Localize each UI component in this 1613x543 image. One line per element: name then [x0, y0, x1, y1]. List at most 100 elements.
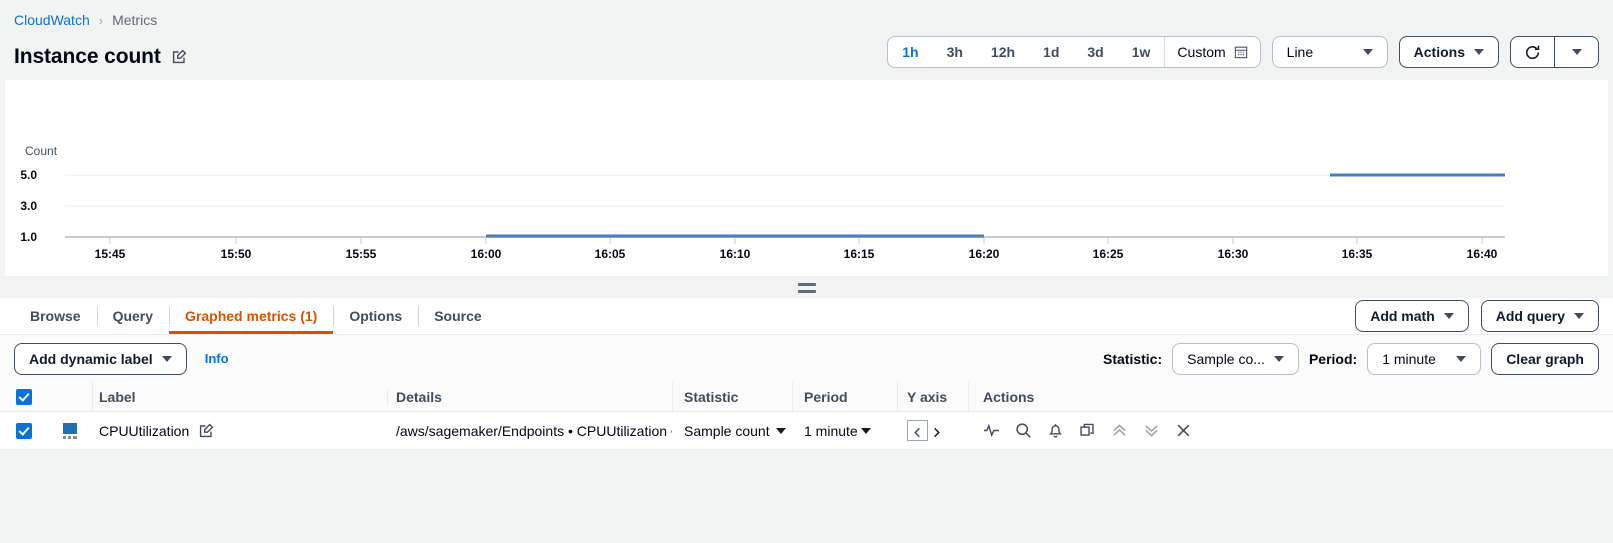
range-3h[interactable]: 3h [933, 37, 977, 67]
chevron-left-icon [912, 425, 923, 436]
alarm-bell-icon[interactable] [1047, 422, 1064, 439]
row-color-cell [48, 423, 92, 439]
range-custom[interactable]: Custom [1164, 37, 1259, 67]
duplicate-copy-icon[interactable] [1079, 422, 1096, 439]
statistic-select[interactable]: Sample co... [1172, 343, 1299, 375]
chevron-down-icon [861, 428, 871, 434]
x-tick-1605: 16:05 [595, 247, 626, 261]
select-all-cell [0, 389, 48, 405]
graph-type-value: Line [1287, 44, 1313, 60]
yaxis-toggle [907, 420, 942, 441]
tab-list: Browse Query Graphed metrics (1) Options… [0, 298, 498, 334]
info-link[interactable]: Info [205, 351, 229, 366]
x-tick-1640: 16:40 [1467, 247, 1498, 261]
x-tick-1620: 16:20 [969, 247, 1000, 261]
header-details: Details [387, 389, 672, 405]
x-tick-1600: 16:00 [471, 247, 502, 261]
row-actions-cell [968, 422, 1613, 439]
graph-type-select[interactable]: Line [1272, 36, 1388, 68]
statistic-label: Statistic: [1103, 351, 1162, 367]
row-period-value: 1 minute [804, 423, 858, 439]
header-yaxis: Y axis [897, 389, 968, 405]
range-1d[interactable]: 1d [1029, 37, 1073, 67]
tab-query[interactable]: Query [97, 298, 169, 334]
x-tick-1550: 15:50 [221, 247, 252, 261]
chevron-down-icon [1456, 356, 1466, 362]
resize-grip-icon [798, 283, 816, 293]
period-label: Period: [1309, 351, 1357, 367]
add-query-label: Add query [1496, 308, 1565, 324]
line-style-dots-icon [63, 436, 77, 439]
x-tick-1625: 16:25 [1093, 247, 1124, 261]
breadcrumb-separator-icon: › [99, 14, 103, 27]
y-tick-1: 1.0 [20, 230, 37, 244]
refresh-button[interactable] [1510, 36, 1555, 68]
search-magnifier-icon[interactable] [1015, 422, 1032, 439]
edit-pencil-square-icon[interactable] [171, 49, 187, 65]
actions-label: Actions [1414, 44, 1465, 60]
edit-pencil-square-icon[interactable] [198, 423, 214, 439]
tab-options[interactable]: Options [333, 298, 418, 334]
breadcrumb-metrics[interactable]: Metrics [112, 12, 157, 28]
chevron-double-down-icon[interactable] [1143, 422, 1160, 439]
yaxis-left-button[interactable] [907, 420, 928, 441]
clear-graph-label: Clear graph [1506, 351, 1584, 367]
actions-button[interactable]: Actions [1399, 36, 1499, 68]
metric-chart[interactable]: Count 5.0 3.0 1.0 [5, 80, 1608, 276]
add-math-button[interactable]: Add math [1355, 300, 1469, 332]
color-swatch-picker[interactable] [63, 423, 77, 439]
select-all-checkbox[interactable] [16, 389, 32, 405]
row-yaxis-cell [897, 420, 968, 441]
row-label-cell: CPUUtilization [92, 423, 387, 439]
range-1w[interactable]: 1w [1118, 37, 1165, 67]
breadcrumb-cloudwatch[interactable]: CloudWatch [14, 12, 90, 28]
tab-browse[interactable]: Browse [14, 298, 97, 334]
tab-source[interactable]: Source [418, 298, 497, 334]
x-tick-1545: 15:45 [95, 247, 126, 261]
range-12h[interactable]: 12h [977, 37, 1029, 67]
x-tick-1615: 16:15 [844, 247, 875, 261]
row-details-link[interactable]: /aws/sagemaker/Endpoints • CPUUtilizatio… [396, 423, 672, 439]
refresh-options-button[interactable] [1555, 36, 1599, 68]
y-axis-title: Count [25, 144, 58, 158]
row-select-cell [0, 423, 48, 439]
graphed-metrics-controls: Add dynamic label Info Statistic: Sample… [0, 335, 1613, 382]
chevron-down-icon [776, 428, 786, 434]
range-3d[interactable]: 3d [1073, 37, 1117, 67]
chevron-double-up-icon[interactable] [1111, 422, 1128, 439]
table-header-row: Label Details Statistic Period Y axis Ac… [0, 382, 1613, 412]
x-tick-1610: 16:10 [720, 247, 751, 261]
x-tick-1630: 16:30 [1218, 247, 1249, 261]
chevron-down-icon [1574, 313, 1584, 319]
y-tick-3: 3.0 [20, 199, 37, 213]
add-dynamic-label-button[interactable]: Add dynamic label [14, 343, 187, 375]
row-details-cell: /aws/sagemaker/Endpoints • CPUUtilizatio… [387, 423, 672, 439]
header-statistic: Statistic [672, 389, 792, 405]
chevron-right-icon[interactable] [931, 425, 942, 436]
period-value: 1 minute [1382, 351, 1436, 367]
controls-left: Add dynamic label Info [14, 343, 229, 375]
header-period: Period [792, 389, 897, 405]
row-period-cell[interactable]: 1 minute [792, 423, 897, 439]
row-statistic-value: Sample count [684, 423, 770, 439]
x-tick-1635: 16:35 [1342, 247, 1373, 261]
chevron-down-icon [1274, 356, 1284, 362]
close-x-icon[interactable] [1175, 422, 1192, 439]
y-tick-5: 5.0 [20, 168, 37, 182]
refresh-icon [1524, 44, 1541, 61]
add-query-button[interactable]: Add query [1481, 300, 1599, 332]
metric-pulse-icon[interactable] [983, 422, 1000, 439]
clear-graph-button[interactable]: Clear graph [1491, 343, 1599, 375]
add-dynamic-label-text: Add dynamic label [29, 351, 153, 367]
table-row: CPUUtilization /aws/sagemaker/Endpoints … [0, 412, 1613, 450]
period-select[interactable]: 1 minute [1367, 343, 1481, 375]
range-custom-label: Custom [1177, 44, 1225, 60]
chevron-down-icon [1363, 49, 1373, 55]
row-statistic-cell[interactable]: Sample count [672, 423, 792, 439]
row-checkbox[interactable] [16, 423, 32, 439]
tab-graphed-metrics[interactable]: Graphed metrics (1) [169, 298, 333, 334]
time-range-selector[interactable]: 1h 3h 12h 1d 3d 1w Custom [887, 36, 1260, 68]
range-1h[interactable]: 1h [888, 37, 932, 67]
panel-resize-handle[interactable] [0, 276, 1613, 300]
add-math-label: Add math [1370, 308, 1435, 324]
